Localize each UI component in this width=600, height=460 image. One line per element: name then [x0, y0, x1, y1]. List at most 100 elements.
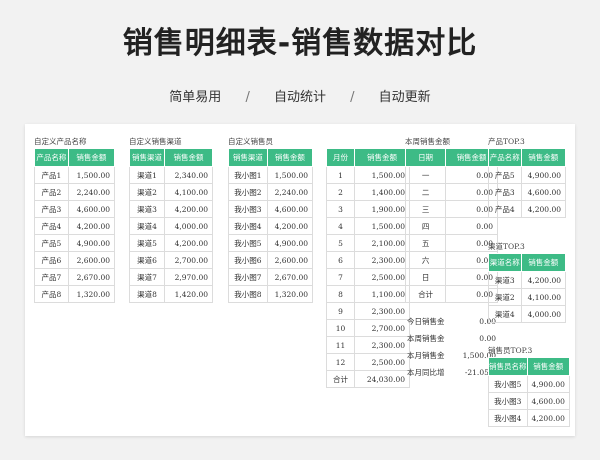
table-cell[interactable]: 4,200.00 [520, 271, 567, 289]
table-cell[interactable]: 4,200.00 [526, 409, 570, 427]
table-cell[interactable]: 渠道2 [488, 288, 522, 306]
table-cell[interactable]: 4,200.00 [266, 217, 314, 235]
table-cell[interactable]: 我小图5 [488, 375, 528, 393]
table-cell[interactable]: 9 [326, 302, 355, 320]
table-cell[interactable]: 渠道3 [128, 200, 166, 218]
table-cell[interactable]: 渠道6 [128, 251, 166, 269]
table-cell[interactable]: 4,600.00 [67, 200, 116, 218]
table-cell[interactable]: 产品3 [488, 183, 522, 201]
table-cell[interactable]: 产品4 [488, 200, 522, 218]
table-cell[interactable]: 2,700.00 [164, 251, 213, 269]
table-cell[interactable]: 4,200.00 [164, 234, 213, 252]
table-cell[interactable]: 4,000.00 [520, 305, 567, 323]
table-cell[interactable]: 四 [404, 217, 447, 235]
table-cell[interactable]: 8 [326, 285, 355, 303]
table-cell[interactable]: 三 [404, 200, 447, 218]
table-cell[interactable]: 一 [404, 166, 447, 184]
table-cell[interactable]: 2,240.00 [67, 183, 116, 201]
table-cell[interactable]: 2,300.00 [353, 251, 411, 269]
table-cell[interactable]: 4,900.00 [67, 234, 116, 252]
table-cell[interactable]: 4,200.00 [520, 200, 567, 218]
table-cell[interactable]: 本月同比增 [405, 364, 454, 381]
table-cell[interactable]: 24,030.00 [353, 370, 411, 388]
table-cell[interactable]: 1,500.00 [266, 166, 314, 184]
table-cell[interactable]: 1,320.00 [67, 285, 116, 303]
table-cell[interactable]: 4,000.00 [164, 217, 213, 235]
table-cell[interactable]: 4,900.00 [526, 375, 570, 393]
table-cell[interactable]: 产品4 [34, 217, 69, 235]
table-cell[interactable]: 1,500.00 [353, 217, 411, 235]
table-cell[interactable]: 1,100.00 [353, 285, 411, 303]
table-cell[interactable]: 11 [326, 336, 355, 354]
table-cell[interactable]: 2 [326, 183, 355, 201]
table-cell[interactable]: 渠道2 [128, 183, 166, 201]
table-cell[interactable]: 渠道5 [128, 234, 166, 252]
table-cell[interactable]: 产品5 [34, 234, 69, 252]
table-cell[interactable]: 4,900.00 [520, 166, 567, 184]
table-cell[interactable]: 我小图1 [228, 166, 268, 184]
table-cell[interactable]: 7 [326, 268, 355, 286]
table-cell[interactable]: 六 [404, 251, 447, 269]
table-cell[interactable]: 渠道1 [128, 166, 166, 184]
table-cell[interactable]: 产品7 [34, 268, 69, 286]
table-cell[interactable]: 2,700.00 [353, 319, 411, 337]
table-cell[interactable]: 我小图8 [228, 285, 268, 303]
table-cell[interactable]: 本月销售金 [405, 347, 454, 364]
table-cell[interactable]: 渠道4 [128, 217, 166, 235]
table-cell[interactable]: 2,340.00 [164, 166, 213, 184]
table-cell[interactable]: 渠道4 [488, 305, 522, 323]
table-cell[interactable]: 我小图5 [228, 234, 268, 252]
table-cell[interactable]: 2,670.00 [67, 268, 116, 286]
table-cell[interactable]: 我小图7 [228, 268, 268, 286]
table-cell[interactable]: 1,500.00 [353, 166, 411, 184]
table-cell[interactable]: 4,100.00 [164, 183, 213, 201]
table-cell[interactable]: 2,970.00 [164, 268, 213, 286]
table-cell[interactable]: 4,600.00 [266, 200, 314, 218]
table-cell[interactable]: 4,600.00 [526, 392, 570, 410]
table-cell[interactable]: 1 [326, 166, 355, 184]
table-cell[interactable]: 今日销售金 [405, 313, 454, 330]
table-cell[interactable]: 渠道8 [128, 285, 166, 303]
table-cell[interactable]: 2,500.00 [353, 353, 411, 371]
table-cell[interactable]: 4,100.00 [520, 288, 567, 306]
table-cell[interactable]: 合计 [404, 285, 447, 303]
table-cell[interactable]: 日 [404, 268, 447, 286]
table-cell[interactable]: 1,400.00 [353, 183, 411, 201]
table-cell[interactable]: 产品1 [34, 166, 69, 184]
table-cell[interactable]: 产品2 [34, 183, 69, 201]
table-cell[interactable]: 我小图3 [488, 392, 528, 410]
table-cell[interactable]: 产品5 [488, 166, 522, 184]
table-cell[interactable]: 2,600.00 [266, 251, 314, 269]
table-cell[interactable]: 4 [326, 217, 355, 235]
table-cell[interactable]: 12 [326, 353, 355, 371]
table-cell[interactable]: 2,300.00 [353, 302, 411, 320]
table-cell[interactable]: 4,200.00 [164, 200, 213, 218]
table-cell[interactable]: 2,240.00 [266, 183, 314, 201]
table-cell[interactable]: 产品6 [34, 251, 69, 269]
table-cell[interactable]: 渠道7 [128, 268, 166, 286]
table-cell[interactable]: 2,500.00 [353, 268, 411, 286]
table-cell[interactable]: 5 [326, 234, 355, 252]
table-cell[interactable]: 五 [404, 234, 447, 252]
table-cell[interactable]: 合计 [326, 370, 355, 388]
table-cell[interactable]: 我小图6 [228, 251, 268, 269]
table-cell[interactable]: 渠道3 [488, 271, 522, 289]
table-cell[interactable]: 4,600.00 [520, 183, 567, 201]
table-cell[interactable]: 我小图4 [488, 409, 528, 427]
table-cell[interactable]: 1,900.00 [353, 200, 411, 218]
table-cell[interactable]: 3 [326, 200, 355, 218]
table-cell[interactable]: 4,200.00 [67, 217, 116, 235]
table-cell[interactable]: 2,300.00 [353, 336, 411, 354]
table-cell[interactable]: 我小图4 [228, 217, 268, 235]
table-cell[interactable]: 产品8 [34, 285, 69, 303]
table-cell[interactable]: 4,900.00 [266, 234, 314, 252]
table-cell[interactable]: 2,600.00 [67, 251, 116, 269]
table-cell[interactable]: 产品3 [34, 200, 69, 218]
table-cell[interactable]: 0.00 [445, 217, 498, 235]
table-cell[interactable]: 1,500.00 [67, 166, 116, 184]
table-cell[interactable]: 本周销售金 [405, 330, 454, 347]
table-cell[interactable]: 我小图2 [228, 183, 268, 201]
table-cell[interactable]: 2,100.00 [353, 234, 411, 252]
table-cell[interactable]: 1,320.00 [266, 285, 314, 303]
table-cell[interactable]: 10 [326, 319, 355, 337]
